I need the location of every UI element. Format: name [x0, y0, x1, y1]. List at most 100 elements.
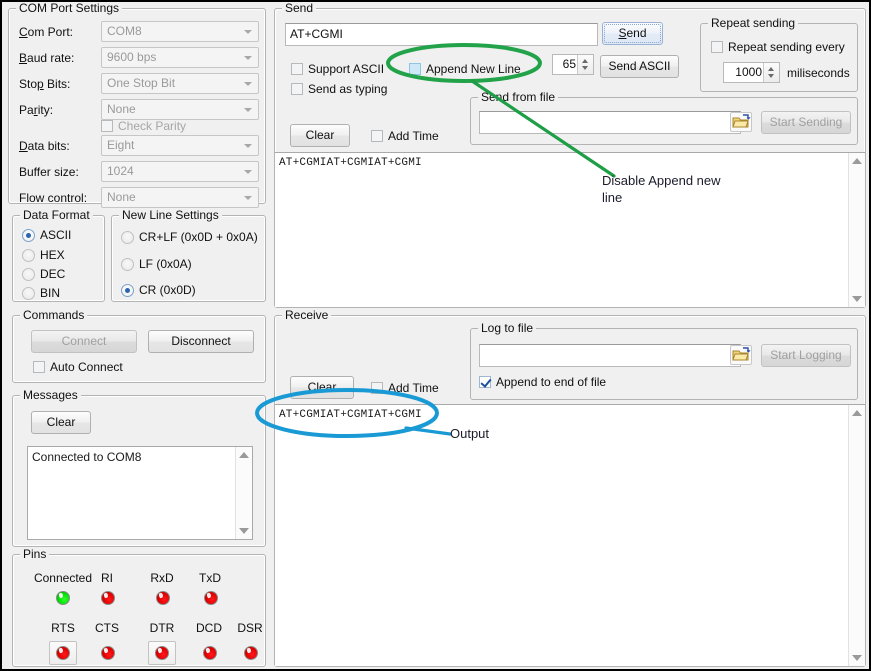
repeat-sending-legend: Repeat sending: [708, 16, 798, 30]
pins-legend: Pins: [20, 547, 49, 561]
chevron-down-icon: [244, 144, 252, 148]
check-parity-label: Check Parity: [118, 119, 186, 133]
parity-label: Parity:: [19, 103, 53, 117]
start-logging-button[interactable]: Start Logging: [761, 344, 851, 367]
send-file-path-input[interactable]: [479, 111, 741, 134]
messages-scrollbar[interactable]: [235, 447, 252, 539]
flow-control-value: None: [107, 190, 136, 204]
radio-data-format-dec[interactable]: DEC: [22, 267, 65, 281]
log-to-file-group: Log to file Start Logging Append to end …: [470, 328, 858, 400]
radio-data-format-ascii[interactable]: ASCII: [22, 228, 71, 242]
support-ascii-checkbox[interactable]: Support ASCII: [291, 62, 384, 76]
connect-button[interactable]: Connect: [31, 330, 137, 353]
data-bits-value: Eight: [107, 138, 134, 152]
checkbox-box: [711, 41, 723, 53]
data-bits-select[interactable]: Eight: [101, 135, 259, 156]
pin-label-rts: RTS: [39, 621, 87, 635]
buffer-size-label: Buffer size:: [19, 165, 79, 179]
send-button[interactable]: Send: [602, 22, 663, 45]
disconnect-button[interactable]: Disconnect: [148, 330, 254, 353]
checkbox-box: [101, 120, 113, 132]
send-log-scrollbar[interactable]: [848, 153, 865, 307]
ascii-code-value: 65: [563, 57, 576, 71]
spinner-buttons[interactable]: [577, 55, 593, 74]
flow-control-select[interactable]: None: [101, 187, 259, 208]
chevron-down-icon: [244, 108, 252, 112]
receive-log-area[interactable]: AT+CGMIAT+CGMIAT+CGMI: [275, 404, 865, 666]
send-as-typing-checkbox[interactable]: Send as typing: [291, 82, 387, 96]
repeat-interval-value: 1000: [735, 65, 762, 79]
send-log-text: AT+CGMIAT+CGMIAT+CGMI: [279, 156, 847, 170]
send-clear-button[interactable]: Clear: [290, 124, 350, 147]
radio-data-format-bin[interactable]: BIN: [22, 286, 60, 300]
checkbox-box: [371, 130, 383, 142]
radio-dot: [121, 284, 134, 297]
send-add-time-checkbox[interactable]: Add Time: [371, 129, 439, 143]
radio-dot: [121, 231, 134, 244]
messages-log[interactable]: Connected to COM8: [27, 446, 253, 540]
messages-clear-label: Clear: [47, 415, 76, 429]
send-ascii-button[interactable]: Send ASCII: [600, 55, 679, 78]
scroll-down-arrow-icon[interactable]: [852, 655, 862, 661]
start-sending-label: Start Sending: [770, 115, 843, 129]
send-clear-label: Clear: [306, 128, 335, 142]
send-log-area[interactable]: AT+CGMIAT+CGMIAT+CGMI: [275, 152, 865, 307]
com-port-select[interactable]: COM8: [101, 21, 259, 42]
stop-bits-value: One Stop Bit: [107, 76, 175, 90]
radio-label: LF (0x0A): [139, 257, 192, 271]
commands-group: Commands Connect Disconnect Auto Connect: [12, 315, 266, 383]
radio-newline-crlf[interactable]: CR+LF (0x0D + 0x0A): [121, 230, 258, 244]
pin-label-rxd: RxD: [138, 571, 186, 585]
stop-bits-select[interactable]: One Stop Bit: [101, 73, 259, 94]
buffer-size-value: 1024: [107, 164, 134, 178]
auto-connect-checkbox[interactable]: Auto Connect: [33, 360, 123, 374]
radio-newline-cr[interactable]: CR (0x0D): [121, 283, 196, 297]
log-file-browse-button[interactable]: [730, 345, 752, 365]
scroll-up-arrow-icon[interactable]: [239, 452, 249, 458]
buffer-size-select[interactable]: 1024: [101, 161, 259, 182]
send-command-input[interactable]: AT+CGMI: [285, 23, 598, 46]
scroll-up-arrow-icon[interactable]: [852, 410, 862, 416]
com-port-settings-group: COM Port Settings Com Port: COM8 Baud ra…: [8, 8, 266, 204]
pin-led-dsr: [244, 646, 258, 660]
messages-log-text: Connected to COM8: [32, 450, 234, 464]
annotation-output: Output: [450, 425, 489, 442]
receive-log-scrollbar[interactable]: [848, 405, 865, 666]
scroll-up-arrow-icon[interactable]: [852, 158, 862, 164]
pin-led-dcd: [203, 646, 217, 660]
parity-select[interactable]: None: [101, 99, 259, 120]
repeat-interval-units: miliseconds: [787, 66, 850, 80]
ascii-code-spinner[interactable]: 65: [552, 54, 594, 75]
send-file-browse-button[interactable]: [730, 112, 752, 132]
append-to-end-checkbox[interactable]: Append to end of file: [479, 375, 606, 389]
messages-group: Messages Clear Connected to COM8: [12, 395, 266, 547]
baud-rate-select[interactable]: 9600 bps: [101, 47, 259, 68]
log-file-path-input[interactable]: [479, 344, 741, 367]
send-command-value: AT+CGMI: [290, 27, 343, 41]
scroll-down-arrow-icon[interactable]: [852, 296, 862, 302]
append-new-line-checkbox[interactable]: Append New Line: [409, 62, 521, 76]
radio-newline-lf[interactable]: LF (0x0A): [121, 257, 192, 271]
new-line-settings-group: New Line Settings CR+LF (0x0D + 0x0A) LF…: [111, 215, 266, 302]
receive-clear-button[interactable]: Clear: [290, 376, 354, 399]
messages-clear-button[interactable]: Clear: [31, 411, 91, 434]
append-to-end-label: Append to end of file: [496, 375, 606, 389]
start-sending-button[interactable]: Start Sending: [761, 111, 851, 134]
spinner-buttons[interactable]: [763, 63, 779, 82]
radio-data-format-hex[interactable]: HEX: [22, 248, 65, 262]
receive-add-time-checkbox[interactable]: Add Time: [371, 381, 439, 395]
repeat-interval-spinner[interactable]: 1000: [723, 62, 780, 83]
repeat-sending-group: Repeat sending Repeat sending every 1000…: [700, 23, 858, 92]
folder-open-icon: [731, 113, 751, 131]
receive-legend: Receive: [282, 308, 331, 322]
com-port-value: COM8: [107, 24, 142, 38]
pin-led-txd: [204, 591, 218, 605]
repeat-sending-checkbox[interactable]: Repeat sending every: [711, 40, 845, 54]
scroll-down-arrow-icon[interactable]: [239, 528, 249, 534]
send-button-label: Send: [618, 26, 646, 40]
radio-label: ASCII: [40, 228, 71, 242]
start-logging-label: Start Logging: [770, 348, 841, 362]
pin-label-dsr: DSR: [226, 621, 274, 635]
check-parity-checkbox[interactable]: Check Parity: [101, 119, 186, 133]
checkbox-box: [371, 382, 383, 394]
